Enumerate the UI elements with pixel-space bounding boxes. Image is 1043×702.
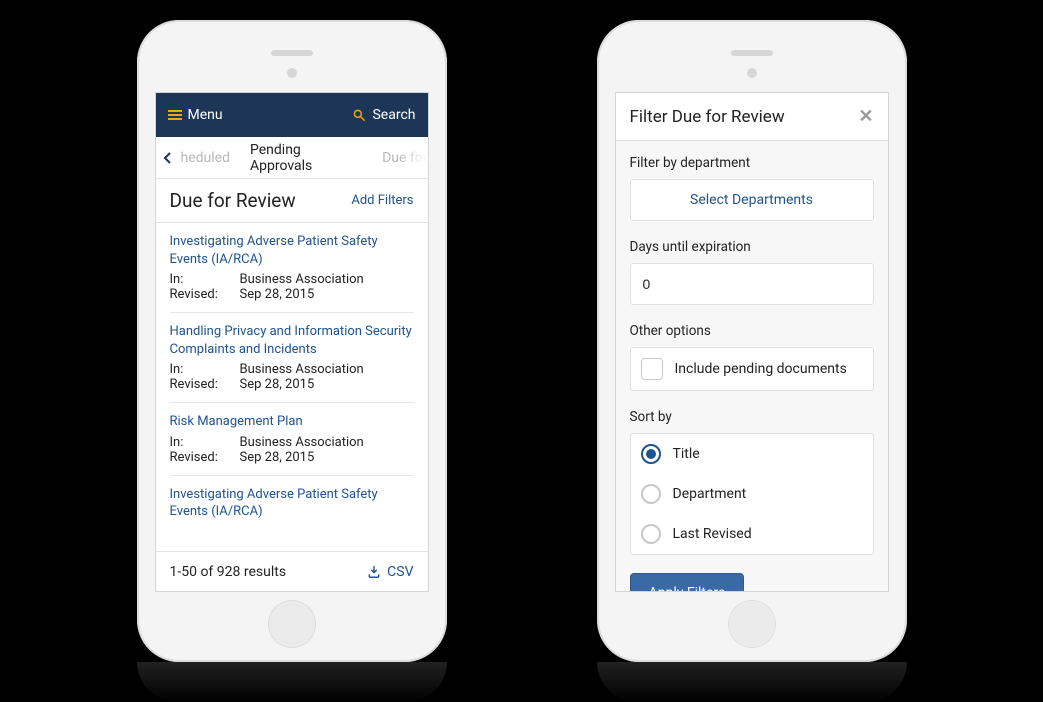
modal-title: Filter Due for Review — [630, 107, 785, 127]
meta-key-in: In: — [170, 362, 240, 377]
chevron-left-icon — [163, 152, 173, 164]
include-pending-label: Include pending documents — [675, 361, 847, 377]
apply-filters-button[interactable]: Apply Filters — [630, 573, 745, 591]
menu-button[interactable]: Menu — [168, 107, 223, 123]
sort-radio-group: Title Department Last Revised — [630, 433, 874, 555]
sort-option-title[interactable]: Title — [631, 434, 873, 474]
section-other-options: Other options Include pending documents — [630, 323, 874, 391]
list-item[interactable]: Investigating Adverse Patient Safety Eve… — [170, 476, 414, 535]
modal-body: Filter by department Select Departments … — [616, 141, 888, 591]
radio-label: Department — [673, 486, 747, 502]
download-icon — [367, 565, 381, 579]
other-label: Other options — [630, 323, 874, 339]
meta-val-revised: Sep 28, 2015 — [240, 450, 315, 465]
apply-filters-label: Apply Filters — [649, 585, 726, 591]
meta-key-revised: Revised: — [170, 287, 240, 302]
search-button[interactable]: Search — [352, 107, 415, 123]
hamburger-icon — [168, 108, 182, 122]
search-icon — [352, 108, 366, 122]
tab-due-for-review-partial[interactable]: Due for — [372, 150, 427, 166]
phone-left: Menu Search heduled Pend — [137, 20, 447, 662]
tab-pending-approvals[interactable]: Pending Approvals — [240, 142, 372, 174]
item-title-link[interactable]: Investigating Adverse Patient Safety Eve… — [170, 486, 414, 521]
phone-right: Filter Due for Review ✕ Filter by depart… — [597, 20, 907, 662]
item-title-link[interactable]: Handling Privacy and Information Securit… — [170, 323, 414, 358]
phone-home-button — [728, 600, 776, 648]
days-input[interactable] — [631, 264, 873, 304]
section-department: Filter by department Select Departments — [630, 155, 874, 221]
list-footer: 1-50 of 928 results CSV — [156, 551, 428, 591]
navbar: Menu Search — [156, 93, 428, 137]
meta-val-in: Business Association — [240, 362, 364, 377]
screen-filter-modal: Filter Due for Review ✕ Filter by depart… — [615, 92, 889, 592]
meta-val-in: Business Association — [240, 435, 364, 450]
radio-icon — [641, 444, 661, 464]
modal-header: Filter Due for Review ✕ — [616, 93, 888, 141]
select-departments-button[interactable]: Select Departments — [630, 179, 874, 221]
sort-option-department[interactable]: Department — [631, 474, 873, 514]
sort-label: Sort by — [630, 409, 874, 425]
phone-camera-dot — [287, 68, 297, 78]
sort-option-last-revised[interactable]: Last Revised — [631, 514, 873, 554]
phone-earpiece — [271, 50, 313, 56]
select-departments-label: Select Departments — [690, 192, 813, 208]
section-sort-by: Sort by Title Department Last Revised — [630, 409, 874, 555]
menu-label: Menu — [188, 107, 223, 123]
search-label: Search — [372, 107, 415, 123]
phone-camera-dot — [747, 68, 757, 78]
include-pending-row[interactable]: Include pending documents — [630, 347, 874, 391]
meta-key-in: In: — [170, 435, 240, 450]
checkbox-icon — [641, 358, 663, 380]
page-header: Due for Review Add Filters — [156, 179, 428, 223]
meta-key-revised: Revised: — [170, 450, 240, 465]
list-item[interactable]: Handling Privacy and Information Securit… — [170, 313, 414, 403]
tab-scheduled-partial[interactable]: heduled — [181, 150, 240, 166]
list-item[interactable]: Risk Management Plan In:Business Associa… — [170, 403, 414, 476]
radio-icon — [641, 524, 661, 544]
result-count: 1-50 of 928 results — [170, 564, 287, 580]
meta-val-revised: Sep 28, 2015 — [240, 377, 315, 392]
document-list[interactable]: Investigating Adverse Patient Safety Eve… — [156, 223, 428, 551]
item-title-link[interactable]: Risk Management Plan — [170, 413, 414, 431]
radio-label: Title — [673, 446, 700, 462]
tabs-row[interactable]: heduled Pending Approvals Due for — [156, 137, 428, 179]
radio-label: Last Revised — [673, 526, 752, 542]
close-icon: ✕ — [858, 106, 873, 127]
meta-val-revised: Sep 28, 2015 — [240, 287, 315, 302]
export-csv-link[interactable]: CSV — [367, 564, 413, 580]
meta-key-in: In: — [170, 272, 240, 287]
add-filters-link[interactable]: Add Filters — [351, 193, 413, 208]
days-label: Days until expiration — [630, 239, 874, 255]
csv-label: CSV — [387, 564, 413, 580]
phone-home-button — [268, 600, 316, 648]
meta-val-in: Business Association — [240, 272, 364, 287]
days-input-wrap — [630, 263, 874, 305]
screen-list-view: Menu Search heduled Pend — [155, 92, 429, 592]
page-title: Due for Review — [170, 189, 296, 212]
close-button[interactable]: ✕ — [858, 106, 873, 127]
list-item[interactable]: Investigating Adverse Patient Safety Eve… — [170, 223, 414, 313]
meta-key-revised: Revised: — [170, 377, 240, 392]
radio-icon — [641, 484, 661, 504]
tabs-prev-chevron[interactable] — [156, 152, 181, 164]
dept-label: Filter by department — [630, 155, 874, 171]
section-days: Days until expiration — [630, 239, 874, 305]
phone-earpiece — [731, 50, 773, 56]
item-title-link[interactable]: Investigating Adverse Patient Safety Eve… — [170, 233, 414, 268]
